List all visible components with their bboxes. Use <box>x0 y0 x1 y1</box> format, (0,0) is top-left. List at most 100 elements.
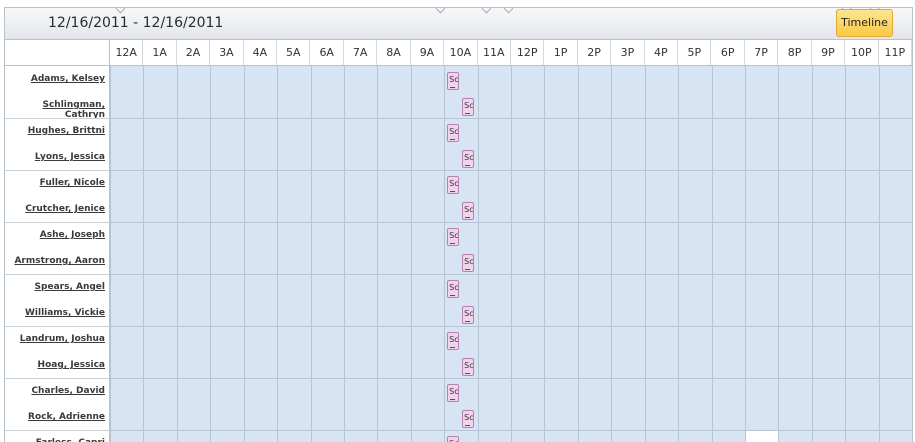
resource-list: Adams, Kelsey Schlingman, Cathryn Hughes, … <box>5 66 110 442</box>
resource-name-link[interactable]: Schlingman, Cathryn <box>5 100 105 120</box>
appointment-block[interactable]: Sc <box>462 358 475 376</box>
grid-column-divider <box>377 66 379 442</box>
schedule-grid[interactable]: ScScScScScScScScScScScScScScSc <box>110 66 912 442</box>
resource-name-link[interactable]: Farless, Capri <box>5 438 105 442</box>
grid-column-divider <box>410 66 412 442</box>
date-range-label: 12/16/2011 - 12/16/2011 <box>48 15 224 31</box>
group-divider <box>110 222 912 223</box>
resource-name-link[interactable]: Adams, Kelsey <box>5 74 105 84</box>
appointment-block[interactable]: Sc <box>447 384 460 402</box>
hour-header-3p: 3P <box>611 40 645 65</box>
resource-name-link[interactable]: Hughes, Brittni <box>5 126 105 136</box>
hour-header-9a: 9A <box>411 40 445 65</box>
resource-name-link[interactable]: Crutcher, Jenice <box>5 204 105 214</box>
resize-handle-icon <box>481 8 492 14</box>
hour-header-8a: 8A <box>377 40 411 65</box>
grid-column-divider <box>778 66 780 442</box>
grid-column-divider <box>343 66 345 442</box>
group-divider <box>5 118 109 119</box>
appointment-block[interactable]: Sc <box>462 306 475 324</box>
hour-header-3a: 3A <box>210 40 244 65</box>
group-divider <box>5 430 109 431</box>
appointment-block[interactable]: Sc <box>447 72 460 90</box>
resource-name-link[interactable]: Landrum, Joshua <box>5 334 105 344</box>
appointment-block[interactable]: Sc <box>462 254 475 272</box>
resource-name-link[interactable]: Lyons, Jessica <box>5 152 105 162</box>
hour-header-4p: 4P <box>645 40 679 65</box>
grid-column-divider <box>912 66 913 442</box>
group-divider <box>110 118 912 119</box>
hour-header-11p: 11P <box>879 40 912 65</box>
appointment-block[interactable]: Sc <box>447 280 460 298</box>
appointment-block[interactable]: Sc <box>447 176 460 194</box>
resource-name-link[interactable]: Armstrong, Aaron <box>5 256 105 266</box>
hour-header-2a: 2A <box>177 40 211 65</box>
hour-header-row: 12A 1A 2A 3A 4A 5A 6A 7A 8A 9A 10A 11A 12P 1P 2P 3P 4P 5P… <box>5 40 912 66</box>
group-divider <box>5 170 109 171</box>
resize-handle-icon <box>503 8 514 14</box>
selected-cell[interactable] <box>745 431 779 442</box>
hour-header-10p: 10P <box>845 40 879 65</box>
hour-header-5a: 5A <box>277 40 311 65</box>
hour-header-7p: 7P <box>745 40 779 65</box>
appointment-block[interactable]: Sc <box>447 124 460 142</box>
group-divider <box>110 378 912 379</box>
group-divider <box>5 222 109 223</box>
appointment-block[interactable]: Sc <box>462 202 475 220</box>
grid-column-divider <box>711 66 713 442</box>
group-divider <box>110 326 912 327</box>
grid-column-divider <box>544 66 546 442</box>
grid-column-divider <box>811 66 813 442</box>
grid-column-divider <box>878 66 880 442</box>
hour-header-4a: 4A <box>244 40 278 65</box>
group-divider <box>5 326 109 327</box>
group-divider <box>110 170 912 171</box>
appointment-block[interactable]: Sc <box>462 150 475 168</box>
grid-column-divider <box>110 66 111 442</box>
appointment-block[interactable]: Sc <box>447 332 460 350</box>
grid-column-divider <box>210 66 212 442</box>
resize-handle-icon <box>435 8 446 14</box>
hour-header-12a: 12A <box>110 40 144 65</box>
group-divider <box>110 274 912 275</box>
appointment-block[interactable]: Sc <box>462 410 475 428</box>
grid-column-divider <box>744 66 746 442</box>
resource-name-link[interactable]: Ashe, Joseph <box>5 230 105 240</box>
grid-column-divider <box>176 66 178 442</box>
hour-header-2p: 2P <box>578 40 612 65</box>
resource-name-link[interactable]: Charles, David <box>5 386 105 396</box>
grid-column-divider <box>678 66 680 442</box>
resource-name-link[interactable]: Fuller, Nicole <box>5 178 105 188</box>
grid-column-divider <box>143 66 145 442</box>
grid-column-divider <box>511 66 512 442</box>
hour-header-12p: 12P <box>511 40 545 65</box>
hour-header-8p: 8P <box>778 40 812 65</box>
group-divider <box>5 378 109 379</box>
hour-header-9p: 9P <box>812 40 846 65</box>
grid-column-divider <box>611 66 613 442</box>
resource-name-link[interactable]: Hoag, Jessica <box>5 360 105 370</box>
timeline-view-button[interactable]: Timeline <box>836 9 893 37</box>
resource-name-link[interactable]: Williams, Vickie <box>5 308 105 318</box>
appointment-block[interactable]: Sc <box>447 228 460 246</box>
appointment-block[interactable]: Sc <box>462 98 475 116</box>
hour-header-11a: 11A <box>478 40 511 65</box>
resize-handle-icon <box>115 8 126 14</box>
group-divider <box>110 430 912 431</box>
resource-name-link[interactable]: Rock, Adrienne <box>5 412 105 422</box>
hour-header-6p: 6P <box>712 40 745 65</box>
scheduler: 12/16/2011 - 12/16/2011 Timeline 12A 1A 2A… <box>4 7 913 442</box>
grid-column-divider <box>577 66 579 442</box>
hour-header-7a: 7A <box>344 40 378 65</box>
grid-column-divider <box>310 66 312 442</box>
hour-header-1a: 1A <box>143 40 177 65</box>
group-divider <box>5 274 109 275</box>
grid-column-divider <box>845 66 847 442</box>
grid-column-divider <box>644 66 646 442</box>
hour-header-1p: 1P <box>544 40 578 65</box>
header-corner <box>5 40 110 65</box>
resource-name-link[interactable]: Spears, Angel <box>5 282 105 292</box>
hour-header-6a: 6A <box>311 40 344 65</box>
appointment-block[interactable]: Sc <box>447 436 460 442</box>
grid-column-divider <box>477 66 479 442</box>
